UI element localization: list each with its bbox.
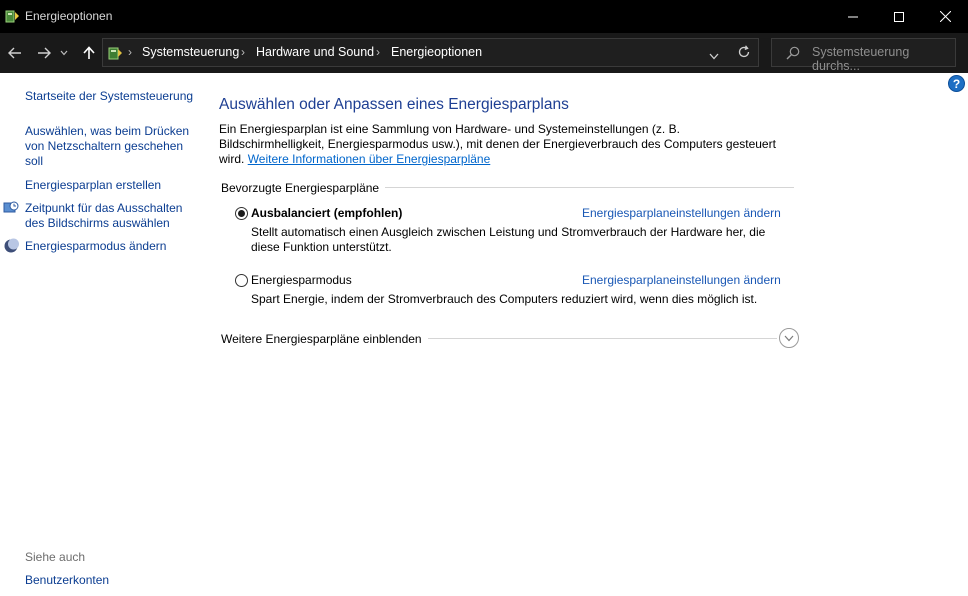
title-bar: Energieoptionen (0, 0, 968, 33)
sidebar-item-netzschalter[interactable]: Auswählen, was beim Drücken von Netzscha… (25, 124, 200, 169)
sidebar-item-energiesparmodus[interactable]: Energiesparmodus ändern (25, 239, 166, 254)
search-box[interactable]: Systemsteuerung durchs... (771, 38, 956, 73)
navigation-bar: › Systemsteuerung › Hardware und Sound ›… (0, 33, 968, 73)
refresh-icon (738, 45, 750, 58)
up-button[interactable] (78, 42, 100, 64)
recent-locations-button[interactable] (57, 42, 71, 64)
maximize-button[interactable] (876, 0, 922, 33)
control-panel-icon (107, 45, 123, 64)
help-icon[interactable]: ? (948, 75, 965, 92)
sidebar-item-benutzerkonten[interactable]: Benutzerkonten (25, 573, 109, 588)
plan-energiesparmodus-description: Spart Energie, indem der Stromverbrauch … (251, 292, 758, 306)
sidebar-item-startseite[interactable]: Startseite der Systemsteuerung (25, 89, 193, 104)
breadcrumb-separator: › (241, 45, 245, 59)
plan-ausbalanciert-label[interactable]: Ausbalanciert (empfohlen) (251, 206, 402, 220)
breadcrumb-separator: › (128, 45, 132, 59)
minimize-button[interactable] (830, 0, 876, 33)
chevron-down-icon (709, 53, 719, 60)
page-title: Auswählen oder Anpassen eines Energiespa… (219, 96, 569, 113)
close-button[interactable] (922, 0, 968, 33)
moon-icon (3, 238, 19, 254)
address-bar[interactable]: › Systemsteuerung › Hardware und Sound ›… (102, 38, 759, 67)
refresh-button[interactable] (737, 45, 751, 62)
intro-paragraph: Ein Energiesparplan ist eine Sammlung vo… (219, 122, 779, 167)
search-input[interactable]: Systemsteuerung durchs... (812, 45, 955, 73)
forward-button[interactable] (33, 42, 55, 64)
window-title: Energieoptionen (25, 9, 113, 23)
plan-ausbalanciert-settings-link[interactable]: Energiesparplaneinstellungen ändern (582, 206, 781, 220)
breadcrumb-separator: › (376, 45, 380, 59)
search-icon (786, 46, 800, 63)
more-plans-label[interactable]: Weitere Energiesparpläne einblenden (221, 332, 428, 346)
breadcrumb-hardware-und-sound[interactable]: Hardware und Sound (256, 45, 374, 59)
breadcrumb-energieoptionen[interactable]: Energieoptionen (391, 45, 482, 59)
more-plans-expand-button[interactable] (779, 328, 799, 348)
chevron-down-icon (60, 50, 68, 56)
breadcrumb-systemsteuerung[interactable]: Systemsteuerung (142, 45, 239, 59)
plan-energiesparmodus-radio[interactable] (235, 274, 248, 287)
arrow-left-icon (8, 47, 21, 59)
monitor-clock-icon (3, 200, 19, 216)
arrow-up-icon (83, 46, 95, 59)
back-button[interactable] (4, 42, 26, 64)
more-info-link[interactable]: Weitere Informationen über Energiesparpl… (248, 152, 491, 166)
power-options-icon (5, 9, 20, 24)
chevron-down-icon (784, 335, 794, 341)
sidebar-item-bildschirm-ausschalten[interactable]: Zeitpunkt für das Ausschalten des Bildsc… (25, 201, 200, 231)
sidebar-item-plan-erstellen[interactable]: Energiesparplan erstellen (25, 178, 161, 193)
section-title: Bevorzugte Energiesparpläne (221, 181, 386, 195)
address-dropdown-button[interactable] (709, 49, 719, 63)
arrow-right-icon (38, 47, 51, 59)
plan-energiesparmodus-settings-link[interactable]: Energiesparplaneinstellungen ändern (582, 273, 781, 287)
plan-ausbalanciert-description: Stellt automatisch einen Ausgleich zwisc… (251, 225, 766, 254)
plan-ausbalanciert-radio[interactable] (235, 207, 248, 220)
plan-energiesparmodus-label[interactable]: Energiesparmodus (251, 273, 352, 287)
see-also-heading: Siehe auch (25, 550, 86, 564)
